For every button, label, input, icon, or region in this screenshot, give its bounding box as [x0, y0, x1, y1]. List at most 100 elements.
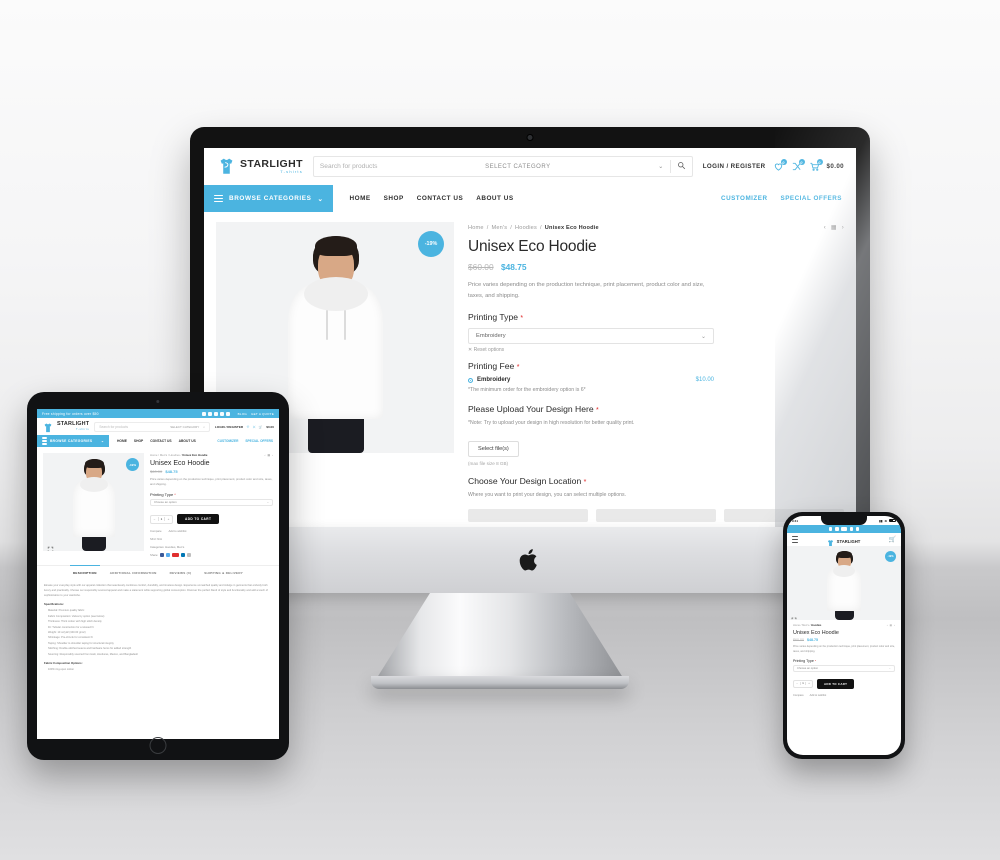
chevron-left-icon[interactable]: ‹ [264, 453, 265, 457]
heart-icon[interactable]: ♡ [247, 425, 250, 429]
email-icon[interactable] [187, 553, 192, 558]
cart-icon[interactable]: 🛒 [889, 536, 896, 543]
design-location-label-text: Choose Your Design Location [468, 476, 582, 487]
printing-type-select[interactable]: Choose an option ⌄ [150, 498, 273, 507]
nav-item-contact[interactable]: CONTACT US [417, 195, 463, 202]
search-input[interactable]: Search for products SELECT CATEGORY ⌕ [94, 421, 210, 432]
nav-item-contact[interactable]: CONTACT US [150, 439, 171, 443]
site-logo[interactable]: STARLIGHT T-shirts [216, 156, 303, 177]
compare-icon[interactable]: ⤬ [253, 425, 255, 429]
grid-icon[interactable]: ▦ [267, 453, 270, 457]
add-to-cart-button[interactable]: ADD TO CART [177, 514, 220, 525]
grid-icon[interactable]: ▦ [890, 624, 892, 627]
breadcrumb-mens[interactable]: Men's [802, 624, 809, 627]
tab-additional-information[interactable]: ADDITIONAL INFORMATION [110, 571, 157, 575]
chevron-left-icon[interactable]: ‹ [887, 624, 888, 627]
radio-button[interactable] [468, 377, 473, 383]
printing-type-select[interactable]: Embroidery ⌄ [468, 328, 714, 345]
add-to-cart-button[interactable]: ADD TO CART [817, 678, 855, 689]
printing-fee-option-row[interactable]: Embroidery $10.00 [468, 377, 714, 383]
product-image[interactable]: -19% [787, 546, 901, 620]
search-icon[interactable] [677, 161, 686, 172]
tab-shipping-delivery[interactable]: SHIPPING & DELIVERY [204, 571, 243, 575]
share-label: Share: [150, 553, 159, 558]
breadcrumb-hoodies[interactable]: Hoodies [515, 225, 537, 231]
nav-item-customizer[interactable]: CUSTOMIZER [721, 195, 768, 202]
quantity-stepper[interactable]: − 1 + [150, 514, 173, 524]
chevron-right-icon[interactable]: › [894, 624, 895, 627]
quantity-stepper[interactable]: − 1 + [793, 679, 813, 688]
site-logo[interactable]: STARLIGHT T-shirts [42, 421, 89, 433]
chevron-right-icon[interactable]: › [272, 453, 273, 457]
search-icon[interactable]: ⌕ [203, 425, 205, 429]
expand-icon[interactable] [791, 610, 797, 620]
heart-icon[interactable]: 0 [773, 159, 787, 172]
grid-icon[interactable]: ▦ [831, 224, 837, 231]
nav-item-shop[interactable]: SHOP [384, 195, 404, 202]
browse-categories-button[interactable]: BROWSE CATEGORIES ⌄ [204, 185, 334, 212]
price-block: $60.00 $48.75 [468, 262, 844, 272]
compare-icon[interactable]: 0 [791, 159, 805, 172]
nav-item-about[interactable]: ABOUT US [179, 439, 196, 443]
breadcrumb-home[interactable]: Home [793, 624, 800, 627]
linkedin-icon[interactable] [181, 553, 186, 558]
facebook-icon[interactable] [201, 411, 206, 416]
compare-link[interactable]: Compare [150, 529, 162, 533]
top-link-blog[interactable]: BLOG [238, 412, 247, 416]
reset-options-link[interactable]: ✕ Reset options [468, 347, 844, 353]
browse-categories-button[interactable]: BROWSE CATEGORIES ⌄ [37, 435, 109, 447]
select-files-button[interactable]: Select file(s) [468, 441, 519, 458]
design-location-option[interactable] [596, 509, 716, 523]
breadcrumb-mens[interactable]: Men's [492, 225, 508, 231]
facebook-icon[interactable] [160, 553, 165, 558]
tab-reviews[interactable]: REVIEWS (0) [170, 571, 192, 575]
chevron-down-icon: ⌄ [100, 439, 104, 443]
breadcrumb: Home / Men's / Hoodies / Unisex Eco Hood… [150, 453, 273, 457]
tab-description[interactable]: DESCRIPTION [69, 565, 100, 575]
required-marker: * [583, 479, 587, 487]
nav-item-special-offers[interactable]: SPECIAL OFFERS [245, 439, 273, 443]
quantity-decrement[interactable]: − [151, 517, 158, 521]
expand-icon[interactable] [47, 540, 54, 551]
twitter-icon[interactable] [166, 553, 171, 558]
breadcrumb: Home / Men's / Hoodies / Unisex Eco Hood… [468, 224, 844, 232]
printing-type-select[interactable]: Choose an option ⌄ [793, 664, 895, 672]
wishlist-link[interactable]: Add to wishlist [169, 529, 187, 533]
cart-icon[interactable]: 🛒 [259, 425, 263, 429]
youtube-icon[interactable] [172, 553, 180, 558]
breadcrumb-mens[interactable]: Men's [160, 453, 167, 457]
quantity-increment[interactable]: + [165, 517, 172, 521]
design-location-option[interactable] [468, 509, 588, 523]
chevron-right-icon[interactable]: › [842, 225, 844, 231]
instagram-icon[interactable] [213, 411, 218, 416]
nav-item-home[interactable]: HOME [349, 195, 370, 202]
imac-bezel: STARLIGHT T-shirts Search for products S… [190, 127, 870, 527]
printing-type-label: Printing Type * [793, 659, 895, 663]
hamburger-icon[interactable] [792, 535, 798, 544]
linkedin-icon[interactable] [225, 411, 230, 416]
wishlist-link[interactable]: Add to wishlist [810, 694, 827, 697]
quantity-increment[interactable]: + [806, 682, 812, 685]
compare-link[interactable]: Compare [793, 694, 804, 697]
breadcrumb-hoodies[interactable]: Hoodies [170, 453, 180, 457]
breadcrumb-home[interactable]: Home [150, 453, 157, 457]
breadcrumb-home[interactable]: Home [468, 225, 484, 231]
nav-item-home[interactable]: HOME [117, 439, 127, 443]
twitter-icon[interactable] [207, 411, 212, 416]
youtube-icon[interactable] [219, 411, 224, 416]
product-image[interactable]: -19% [43, 453, 144, 551]
nav-item-special-offers[interactable]: SPECIAL OFFERS [781, 195, 842, 202]
category-selector[interactable]: SELECT CATEGORY [170, 425, 199, 429]
nav-item-customizer[interactable]: CUSTOMIZER [217, 439, 238, 443]
search-input[interactable]: Search for products SELECT CATEGORY ⌄ [312, 156, 693, 177]
nav-item-about[interactable]: ABOUT US [476, 195, 513, 202]
breadcrumb-hoodies[interactable]: Hoodies [811, 624, 821, 627]
nav-item-shop[interactable]: SHOP [134, 439, 143, 443]
account-link[interactable]: LOGIN / REGISTER [703, 163, 766, 170]
chevron-left-icon[interactable]: ‹ [824, 225, 826, 231]
account-link[interactable]: LOGIN / REGISTER [215, 425, 243, 429]
top-link-quote[interactable]: GET A QUOTE [251, 412, 274, 416]
chevron-down-icon: ⌄ [658, 164, 664, 170]
cart-icon[interactable]: 0 [809, 159, 823, 172]
category-selector[interactable]: SELECT CATEGORY [485, 164, 551, 170]
